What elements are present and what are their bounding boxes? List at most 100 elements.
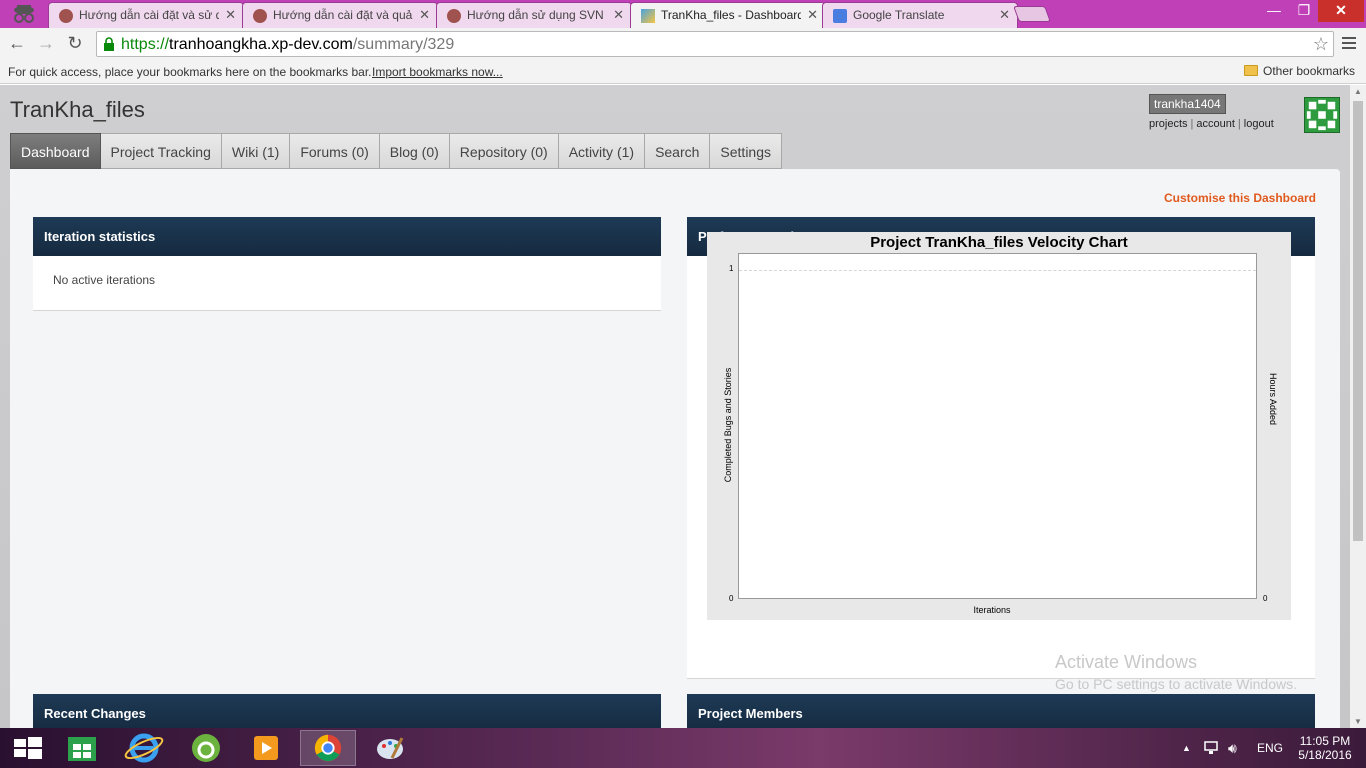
no-iterations-text: No active iterations	[53, 273, 156, 287]
bookmarks-prompt: For quick access, place your bookmarks h…	[8, 65, 372, 79]
chart-y2-tick-label: 0	[1263, 594, 1268, 603]
url-scheme: https://	[121, 36, 170, 53]
browser-tab-2[interactable]: Hướng dẫn cài đặt và quả ✕	[242, 2, 438, 28]
minimize-window-button[interactable]: —	[1259, 0, 1289, 22]
close-tab-icon[interactable]: ✕	[613, 7, 624, 23]
tab-title: Google Translate	[853, 8, 945, 22]
iteration-statistics-panel: Iteration statistics No active iteration…	[33, 217, 661, 311]
url-text: https://tranhoangkha.xp-dev.com/summary/…	[121, 36, 454, 54]
projects-link[interactable]: projects	[1149, 118, 1188, 130]
user-links: projects | account | logout	[1149, 118, 1274, 130]
url-host: tranhoangkha.xp-dev.com	[169, 36, 353, 53]
tab-title: TranKha_files - Dashboard	[661, 8, 801, 22]
logout-link[interactable]: logout	[1244, 118, 1274, 130]
coc-coc-browser-icon[interactable]	[178, 730, 234, 766]
tab-title: Hướng dẫn cài đặt và sử d	[79, 8, 219, 22]
back-arrow-icon[interactable]: ←	[6, 32, 28, 54]
tab-dashboard[interactable]: Dashboard	[10, 133, 101, 169]
bookmark-star-icon[interactable]: ☆	[1313, 34, 1329, 55]
tab-wiki[interactable]: Wiki (1)	[221, 133, 291, 169]
tab-search[interactable]: Search	[645, 133, 711, 169]
chart-gridline	[739, 270, 1256, 271]
tab-repository[interactable]: Repository (0)	[449, 133, 559, 169]
tab-settings[interactable]: Settings	[710, 133, 783, 169]
google-translate-icon	[833, 9, 847, 23]
close-tab-icon[interactable]: ✕	[999, 7, 1010, 23]
internet-explorer-icon[interactable]	[116, 730, 172, 766]
show-hidden-icons-icon[interactable]: ▲	[1182, 728, 1191, 768]
page-favicon-icon	[253, 9, 267, 23]
clock-date: 5/18/2016	[1298, 748, 1352, 762]
volume-icon[interactable]: 🔊︎	[1228, 728, 1237, 768]
page-favicon-icon	[447, 9, 461, 23]
forward-arrow-icon[interactable]: →	[35, 32, 57, 54]
close-tab-icon[interactable]: ✕	[807, 7, 818, 23]
recent-changes-panel: Recent Changes	[33, 694, 661, 728]
chrome-taskbar-icon[interactable]	[300, 730, 356, 766]
media-player-icon[interactable]	[238, 730, 294, 766]
tab-blog[interactable]: Blog (0)	[379, 133, 450, 169]
chrome-menu-icon[interactable]	[1340, 34, 1358, 52]
store-icon[interactable]	[54, 730, 110, 766]
avatar[interactable]	[1304, 97, 1340, 133]
windows-taskbar: ▲ 🔊︎ ENG 11:05 PM 5/18/2016	[0, 728, 1366, 768]
browser-tab-5[interactable]: Google Translate ✕	[822, 2, 1018, 28]
scrollbar-thumb[interactable]	[1353, 101, 1363, 541]
language-indicator[interactable]: ENG	[1257, 728, 1283, 768]
tab-title: Hướng dẫn sử dụng SVN	[467, 8, 604, 22]
xp-dev-favicon-icon	[641, 9, 655, 23]
page-viewport: TranKha_files trankha1404 projects | accou…	[0, 85, 1350, 728]
page-scrollbar[interactable]: ▲ ▼	[1350, 85, 1366, 728]
performance-charts-panel: Performance Charts Project TranKha_files…	[687, 217, 1315, 679]
browser-tab-active[interactable]: TranKha_files - Dashboard ✕	[630, 2, 826, 29]
project-members-panel: Project Members	[687, 694, 1315, 728]
browser-tabstrip: Hướng dẫn cài đặt và sử d ✕ Hướng dẫn cà…	[0, 0, 1366, 29]
reload-icon[interactable]: ↻	[64, 32, 86, 54]
tab-forums[interactable]: Forums (0)	[290, 133, 380, 169]
watermark-subtitle: Go to PC settings to activate Windows.	[1055, 676, 1297, 692]
folder-icon	[1244, 65, 1258, 76]
import-bookmarks-link[interactable]: Import bookmarks now...	[372, 65, 503, 79]
panel-title: Project Members	[687, 694, 1315, 728]
account-link[interactable]: account	[1196, 118, 1235, 130]
chart-x-axis-label: Iterations	[973, 605, 1011, 615]
close-tab-icon[interactable]: ✕	[225, 7, 236, 23]
chart-y-axis-label: Completed Bugs and Stories	[723, 367, 733, 483]
browser-tab-1[interactable]: Hướng dẫn cài đặt và sử d ✕	[48, 2, 244, 28]
browser-toolbar: ← → ↻ https://tranhoangkha.xp-dev.com/su…	[0, 28, 1366, 60]
bookmarks-bar: For quick access, place your bookmarks h…	[0, 60, 1366, 84]
tab-project-tracking[interactable]: Project Tracking	[100, 133, 222, 169]
system-clock[interactable]: 11:05 PM 5/18/2016	[1290, 734, 1360, 762]
chart-y-tick-label: 0	[729, 594, 734, 603]
windows-start-icon[interactable]	[0, 730, 56, 766]
lock-icon	[104, 37, 114, 51]
customise-dashboard-link[interactable]: Customise this Dashboard	[1164, 191, 1316, 205]
username-badge[interactable]: trankha1404	[1149, 94, 1226, 114]
watermark-title: Activate Windows	[1055, 652, 1198, 672]
other-bookmarks-button[interactable]: Other bookmarks	[1244, 64, 1355, 78]
incognito-icon	[14, 5, 34, 23]
project-title: TranKha_files	[10, 97, 145, 122]
new-tab-button[interactable]	[1013, 6, 1051, 22]
close-tab-icon[interactable]: ✕	[419, 7, 430, 23]
dashboard-content: Customise this Dashboard Iteration stati…	[10, 169, 1340, 728]
tab-title: Hướng dẫn cài đặt và quả	[273, 8, 413, 22]
paint-icon[interactable]	[362, 730, 418, 766]
panel-title: Recent Changes	[33, 694, 661, 728]
velocity-chart: Project TranKha_files Velocity Chart Com…	[707, 232, 1291, 620]
other-bookmarks-label: Other bookmarks	[1263, 64, 1356, 78]
close-window-button[interactable]: ✕	[1318, 0, 1364, 22]
project-nav-tabs: Dashboard Project Tracking Wiki (1) Foru…	[10, 133, 783, 169]
chart-y-tick-label: 1	[729, 264, 734, 273]
scroll-up-arrow-icon[interactable]: ▲	[1354, 87, 1362, 96]
page-favicon-icon	[59, 9, 73, 23]
tab-activity[interactable]: Activity (1)	[558, 133, 646, 169]
maximize-window-button[interactable]: ❐	[1290, 0, 1318, 22]
network-icon[interactable]	[1203, 740, 1221, 756]
url-path: /summary/329	[352, 36, 455, 53]
panel-title: Iteration statistics	[33, 217, 661, 256]
scroll-down-arrow-icon[interactable]: ▼	[1354, 717, 1362, 726]
address-bar[interactable]: https://tranhoangkha.xp-dev.com/summary/…	[96, 31, 1334, 57]
browser-tab-3[interactable]: Hướng dẫn sử dụng SVN ✕	[436, 2, 632, 28]
activate-windows-watermark: Activate Windows Go to PC settings to ac…	[1055, 651, 1297, 695]
